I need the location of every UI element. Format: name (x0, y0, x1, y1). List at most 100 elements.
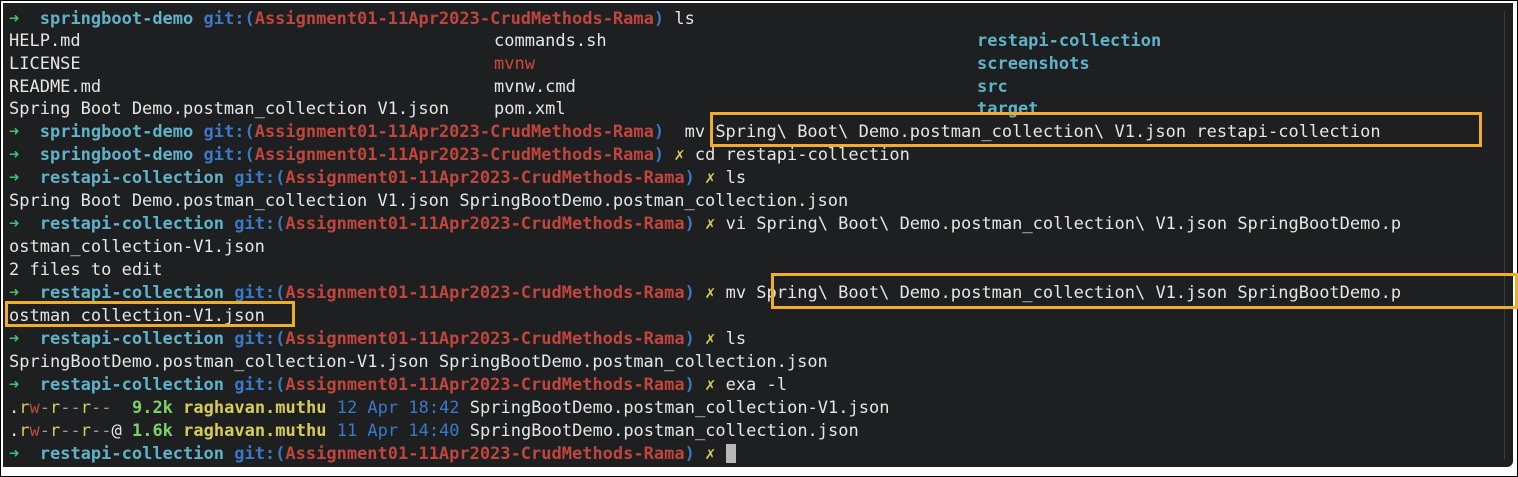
file-size: 1.6k (131, 421, 173, 441)
perm-none: -- (60, 398, 81, 418)
ls-output-row: Spring Boot Demo.postman_collection V1.j… (9, 98, 1409, 120)
ls-entry: commands.sh (494, 31, 607, 51)
ls-entry: LICENSE (9, 54, 81, 74)
git-label-close: ) (684, 444, 695, 464)
git-branch: Assignment01-11Apr2023-CrudMethods-Rama (254, 122, 654, 142)
xattr-mark (111, 398, 121, 418)
prompt-line: ➜ springboot-demo git:(Assignment01-11Ap… (9, 121, 1381, 143)
terminal-window[interactable]: ➜ springboot-demo git:(Assignment01-11Ap… (3, 3, 1518, 467)
file-name: SpringBootDemo.postman_collection-V1.jso… (469, 398, 890, 418)
git-label: git:( (203, 122, 255, 142)
ls-entry: mvnw.cmd (494, 77, 576, 97)
ls-entry-dir: src (977, 77, 1008, 97)
git-label: git:( (234, 214, 286, 234)
dirty-mark-icon: ✗ (705, 329, 716, 349)
ls-entry-exec: mvnw (494, 54, 535, 74)
ls-entry-dir: screenshots (977, 54, 1090, 74)
git-branch: Assignment01-11Apr2023-CrudMethods-Rama (285, 444, 685, 464)
output-line: Spring Boot Demo.postman_collection V1.j… (9, 191, 849, 211)
git-label-close: ) (684, 329, 695, 349)
prompt-line: ➜ restapi-collection git:(Assignment01-1… (9, 167, 746, 189)
command-text: ls (725, 168, 747, 188)
command-text: ls (725, 329, 747, 349)
prompt-dir: restapi-collection (39, 329, 224, 349)
git-label-close: ) (684, 214, 695, 234)
git-branch: Assignment01-11Apr2023-CrudMethods-Rama (285, 283, 685, 303)
perm-read: r (19, 421, 30, 441)
ls-entry: README.md (9, 77, 102, 97)
perm-none: - (39, 398, 50, 418)
perm-read: r (80, 421, 91, 441)
perm-dot: . (9, 421, 20, 441)
prompt-dir: springboot-demo (39, 145, 194, 165)
git-branch: Assignment01-11Apr2023-CrudMethods-Rama (254, 145, 654, 165)
ls-output-row: README.md mvnw.cmd src (9, 76, 1409, 98)
prompt-line-current[interactable]: ➜ restapi-collection git:(Assignment01-1… (9, 443, 736, 465)
command-text: cd restapi-collection (694, 145, 910, 165)
git-branch: Assignment01-11Apr2023-CrudMethods-Rama (285, 329, 685, 349)
perm-none: - (39, 421, 50, 441)
git-branch: Assignment01-11Apr2023-CrudMethods-Rama (285, 375, 685, 395)
perm-none: -- (60, 421, 81, 441)
dirty-mark-icon: ✗ (705, 375, 716, 395)
perm-read: r (50, 421, 61, 441)
exa-row: .rw-r--r-- 9.2k raghavan.muthu 12 Apr 18… (9, 397, 889, 419)
git-label-close: ) (684, 283, 695, 303)
prompt-dir: restapi-collection (39, 214, 224, 234)
prompt-dir: restapi-collection (39, 375, 224, 395)
prompt-arrow-icon: ➜ (9, 9, 20, 29)
git-label: git:( (234, 444, 286, 464)
command-text: ls (674, 9, 695, 29)
prompt-line: ➜ springboot-demo git:(Assignment01-11Ap… (9, 8, 695, 30)
prompt-line: ➜ restapi-collection git:(Assignment01-1… (9, 213, 1401, 235)
git-label-close: ) (653, 145, 665, 165)
file-name: SpringBootDemo.postman_collection.json (469, 421, 859, 441)
dirty-mark-icon: ✗ (705, 214, 716, 234)
git-label: git:( (203, 145, 255, 165)
prompt-line: ➜ restapi-collection git:(Assignment01-1… (9, 328, 746, 350)
command-text: exa -l (725, 375, 787, 395)
prompt-dir: restapi-collection (39, 444, 224, 464)
command-text: mv Spring\ Boot\ Demo.postman_collection… (684, 122, 1381, 142)
prompt-dir: restapi-collection (39, 168, 224, 188)
prompt-arrow-icon: ➜ (9, 122, 20, 142)
prompt-dir: springboot-demo (39, 9, 194, 29)
git-branch: Assignment01-11Apr2023-CrudMethods-Rama (285, 214, 685, 234)
output-line: 2 files to edit (9, 260, 163, 280)
prompt-arrow-icon: ➜ (9, 283, 20, 303)
git-label-close: ) (653, 9, 665, 29)
prompt-dir: restapi-collection (39, 283, 224, 303)
ls-output-row: LICENSE mvnw screenshots (9, 53, 1409, 75)
git-label-close: ) (684, 168, 695, 188)
file-owner: raghavan.muthu (183, 398, 327, 418)
command-text: vi Spring\ Boot\ Demo.postman_collection… (725, 214, 1402, 234)
git-label: git:( (234, 168, 286, 188)
prompt-arrow-icon: ➜ (9, 168, 20, 188)
prompt-dir: springboot-demo (39, 122, 194, 142)
git-branch: Assignment01-11Apr2023-CrudMethods-Rama (285, 168, 685, 188)
dirty-mark-icon: ✗ (705, 283, 716, 303)
prompt-line: ➜ springboot-demo git:(Assignment01-11Ap… (9, 144, 910, 166)
ls-output-row: HELP.md commands.sh restapi-collection (9, 30, 1409, 52)
block-cursor-icon[interactable] (725, 444, 736, 463)
git-label-close: ) (684, 375, 695, 395)
git-label: git:( (203, 9, 255, 29)
file-date: 11 Apr 14:40 (336, 421, 460, 441)
perm-write: w (29, 421, 40, 441)
dirty-mark-icon: ✗ (674, 145, 685, 165)
perm-read: r (80, 398, 91, 418)
file-owner: raghavan.muthu (183, 421, 327, 441)
command-text: mv Spring\ Boot\ Demo.postman_collection… (725, 283, 1402, 303)
exa-row: .rw-r--r--@ 1.6k raghavan.muthu 11 Apr 1… (9, 420, 859, 442)
prompt-arrow-icon: ➜ (9, 444, 20, 464)
git-label: git:( (234, 329, 286, 349)
git-label: git:( (234, 375, 286, 395)
prompt-line: ➜ restapi-collection git:(Assignment01-1… (9, 282, 1401, 304)
dirty-mark-icon: ✗ (705, 168, 716, 188)
ls-entry: pom.xml (494, 99, 566, 119)
git-label: git:( (234, 283, 286, 303)
perm-write: w (29, 398, 40, 418)
prompt-line: ➜ restapi-collection git:(Assignment01-1… (9, 374, 787, 396)
perm-dot: . (9, 398, 20, 418)
terminal-scrollbar[interactable] (1504, 11, 1509, 459)
